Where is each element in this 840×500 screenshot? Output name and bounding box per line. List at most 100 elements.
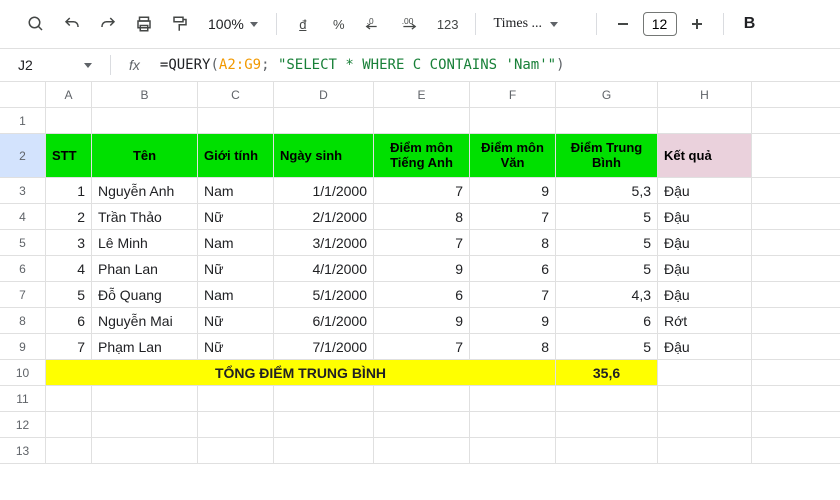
cell[interactable]: [46, 412, 92, 437]
undo-icon[interactable]: [56, 8, 88, 40]
row-header[interactable]: 4: [0, 204, 46, 229]
cell[interactable]: 5: [46, 282, 92, 307]
row-header[interactable]: 1: [0, 108, 46, 133]
cell[interactable]: Nguyễn Anh: [92, 178, 198, 203]
cell[interactable]: 6: [556, 308, 658, 333]
cell[interactable]: [274, 412, 374, 437]
cell[interactable]: [556, 108, 658, 133]
cell[interactable]: 7: [374, 334, 470, 359]
cell[interactable]: [92, 412, 198, 437]
col-header-c[interactable]: C: [198, 82, 274, 107]
search-icon[interactable]: [20, 8, 52, 40]
cell[interactable]: 8: [374, 204, 470, 229]
formula-input[interactable]: =QUERY(A2:G9; "SELECT * WHERE C CONTAINS…: [160, 57, 565, 73]
cell[interactable]: [274, 386, 374, 411]
cell[interactable]: 5,3: [556, 178, 658, 203]
cell[interactable]: 1/1/2000: [274, 178, 374, 203]
cell-header-diemvan[interactable]: Điểm môn Văn: [470, 134, 556, 177]
cell[interactable]: Đậu: [658, 204, 752, 229]
cell[interactable]: 7: [470, 204, 556, 229]
cell[interactable]: [374, 438, 470, 463]
cell-header-diemanh[interactable]: Điểm môn Tiếng Anh: [374, 134, 470, 177]
row-header[interactable]: 6: [0, 256, 46, 281]
cell[interactable]: Đỗ Quang: [92, 282, 198, 307]
cell[interactable]: [658, 108, 752, 133]
cell[interactable]: 8: [470, 230, 556, 255]
cell[interactable]: [274, 438, 374, 463]
cell[interactable]: 8: [470, 334, 556, 359]
cell[interactable]: Nữ: [198, 256, 274, 281]
cell[interactable]: [198, 108, 274, 133]
cell[interactable]: 9: [374, 308, 470, 333]
cell[interactable]: Đậu: [658, 256, 752, 281]
cell[interactable]: 5: [556, 230, 658, 255]
increase-decimal-icon[interactable]: .00: [395, 8, 427, 40]
cell[interactable]: 6: [374, 282, 470, 307]
cell[interactable]: Nữ: [198, 204, 274, 229]
cell[interactable]: [556, 386, 658, 411]
row-header[interactable]: 7: [0, 282, 46, 307]
font-size-input[interactable]: [643, 12, 677, 36]
cell[interactable]: 4/1/2000: [274, 256, 374, 281]
cell[interactable]: Nam: [198, 282, 274, 307]
cell[interactable]: 5: [556, 256, 658, 281]
cell[interactable]: 9: [470, 178, 556, 203]
row-header[interactable]: 13: [0, 438, 46, 463]
decrease-font-icon[interactable]: [607, 8, 639, 40]
cell[interactable]: 4,3: [556, 282, 658, 307]
cell[interactable]: 4: [46, 256, 92, 281]
cell-header-stt[interactable]: STT: [46, 134, 92, 177]
row-header[interactable]: 9: [0, 334, 46, 359]
cell[interactable]: 6: [470, 256, 556, 281]
cell[interactable]: 1: [46, 178, 92, 203]
cell[interactable]: [46, 438, 92, 463]
cell[interactable]: 5: [556, 204, 658, 229]
cell[interactable]: [198, 412, 274, 437]
cell[interactable]: [46, 108, 92, 133]
cell[interactable]: [658, 412, 752, 437]
col-header-a[interactable]: A: [46, 82, 92, 107]
cell[interactable]: Đậu: [658, 230, 752, 255]
cell[interactable]: 6: [46, 308, 92, 333]
cell[interactable]: [374, 412, 470, 437]
cell[interactable]: 7/1/2000: [274, 334, 374, 359]
cell[interactable]: [198, 438, 274, 463]
cell[interactable]: [46, 386, 92, 411]
col-header-e[interactable]: E: [374, 82, 470, 107]
col-header-d[interactable]: D: [274, 82, 374, 107]
cell[interactable]: [470, 108, 556, 133]
cell[interactable]: 2: [46, 204, 92, 229]
cell[interactable]: [92, 438, 198, 463]
font-dropdown[interactable]: Times ...: [486, 16, 586, 32]
row-header[interactable]: 2: [0, 134, 46, 177]
more-formats-button[interactable]: 123: [431, 8, 465, 40]
cell-header-gioitinh[interactable]: Giới tính: [198, 134, 274, 177]
row-header[interactable]: 3: [0, 178, 46, 203]
cell[interactable]: Đậu: [658, 334, 752, 359]
cell[interactable]: [92, 108, 198, 133]
cell[interactable]: Đậu: [658, 282, 752, 307]
select-all-corner[interactable]: [0, 82, 46, 107]
cell[interactable]: Lê Minh: [92, 230, 198, 255]
cell[interactable]: 9: [374, 256, 470, 281]
cell[interactable]: Phan Lan: [92, 256, 198, 281]
cell[interactable]: 7: [374, 230, 470, 255]
cell[interactable]: 9: [470, 308, 556, 333]
redo-icon[interactable]: [92, 8, 124, 40]
row-header[interactable]: 11: [0, 386, 46, 411]
cell[interactable]: 5: [556, 334, 658, 359]
row-header[interactable]: 8: [0, 308, 46, 333]
cell[interactable]: [470, 412, 556, 437]
cell[interactable]: [556, 412, 658, 437]
cell[interactable]: [658, 386, 752, 411]
row-header[interactable]: 12: [0, 412, 46, 437]
col-header-f[interactable]: F: [470, 82, 556, 107]
cell[interactable]: [274, 108, 374, 133]
cell[interactable]: Phạm Lan: [92, 334, 198, 359]
cell[interactable]: 3: [46, 230, 92, 255]
cell[interactable]: 2/1/2000: [274, 204, 374, 229]
cell-header-diemtb[interactable]: Điểm Trung Bình: [556, 134, 658, 177]
cell[interactable]: [470, 438, 556, 463]
cell-header-ten[interactable]: Tên: [92, 134, 198, 177]
cell-reference[interactable]: J2: [18, 57, 74, 73]
